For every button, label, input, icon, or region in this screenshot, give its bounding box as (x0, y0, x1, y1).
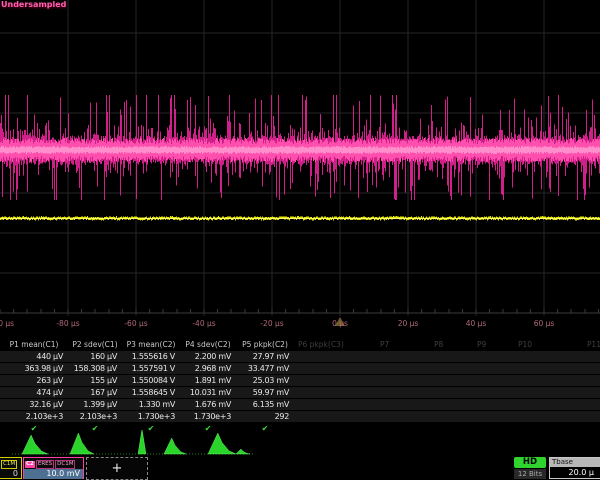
timebase-label: Tbase (550, 458, 600, 467)
inactive-param-label[interactable]: P11 (587, 339, 600, 350)
axis-tick-label: 20 µs (398, 319, 419, 328)
waveform-traces (0, 0, 600, 316)
add-trace-button[interactable]: + (86, 457, 148, 480)
table-value-cell: 167 µV (68, 387, 122, 398)
c2-vertical-scale: 10.0 mV (24, 469, 83, 479)
table-value-cell: 6.135 mV (236, 399, 294, 410)
bottom-bar: C1M 0 mV C2 ERES DC1M 10.0 mV + HD 12 Bi… (0, 457, 600, 480)
table-value-cell: 1.557591 V (122, 363, 180, 374)
c2-eres-badge: ERES (36, 460, 54, 469)
undersampled-warning-label: Undersampled (1, 0, 66, 9)
axis-tick-label: 0 µs (332, 319, 348, 328)
table-row: 363.98 µV158.308 µV1.557591 V2.968 mV33.… (0, 363, 600, 374)
table-value-cell: 158.308 µV (68, 363, 122, 374)
table-value-cell: 440 µV (0, 351, 68, 362)
table-value-cell: 10.031 mV (180, 387, 236, 398)
inactive-param-label[interactable]: P6 pkpk(C3) (298, 339, 344, 350)
oscilloscope-screen: Undersampled -100 µs -80 µs -60 µs -40 µs -2… (0, 0, 600, 480)
axis-tick-label: -80 µs (56, 319, 79, 328)
hd-mode-badge[interactable]: HD (514, 457, 546, 468)
table-value-cell: 1.891 mV (180, 375, 236, 386)
histicon-icon[interactable] (164, 438, 186, 454)
table-value-cell: 263 µV (0, 375, 68, 386)
graticule[interactable]: Undersampled (0, 0, 600, 316)
histicon-icon[interactable] (208, 433, 236, 454)
histicon-strip (0, 430, 600, 458)
table-value-cell: 160 µV (68, 351, 122, 362)
measurement-table: P1 mean(C1)P2 sdev(C1)P3 mean(C2)P4 sdev… (0, 339, 600, 435)
table-value-cell: 1.730e+3 (180, 411, 236, 422)
table-value-cell: 155 µV (68, 375, 122, 386)
table-row: 2.103e+32.103e+31.730e+31.730e+3292 (0, 411, 600, 422)
table-value-cell: 2.968 mV (180, 363, 236, 374)
table-row: 474 µV167 µV1.558645 V10.031 mV59.97 mV (0, 387, 600, 398)
table-value-cell: 2.103e+3 (0, 411, 68, 422)
histicon-icon[interactable] (138, 430, 146, 454)
table-row: 263 µV155 µV1.550084 V1.891 mV25.03 mV (0, 375, 600, 386)
table-value-cell: 363.98 µV (0, 363, 68, 374)
param-header-1[interactable]: P1 mean(C1) (0, 339, 68, 350)
table-value-cell: 1.555616 V (122, 351, 180, 362)
table-value-cell: 2.200 mV (180, 351, 236, 362)
c1-coupling-badge: C1M (1, 460, 17, 469)
table-value-cell: 27.97 mV (236, 351, 294, 362)
inactive-param-label[interactable]: P8 (434, 339, 443, 350)
axis-tick-label: -100 µs (0, 319, 14, 328)
timebase-value: 20.0 µ (550, 467, 600, 478)
axis-tick-label: 60 µs (534, 319, 555, 328)
histicon-icon[interactable] (70, 433, 94, 454)
c1-vertical-scale: 0 mV (0, 469, 21, 479)
table-value-cell: 1.330 mV (122, 399, 180, 410)
table-header-row: P1 mean(C1)P2 sdev(C1)P3 mean(C2)P4 sdev… (0, 339, 600, 350)
inactive-param-label[interactable]: P10 (518, 339, 532, 350)
table-value-cell: 1.558645 V (122, 387, 180, 398)
c2-channel-badge: C2 (25, 461, 35, 468)
timebase-descriptor[interactable]: Tbase 20.0 µ (549, 457, 600, 479)
histicon-icon[interactable] (22, 435, 48, 454)
table-value-cell: 1.550084 V (122, 375, 180, 386)
table-value-cell: 25.03 mV (236, 375, 294, 386)
hd-bits-label: 12 Bits (514, 469, 546, 479)
table-row: 440 µV160 µV1.555616 V2.200 mV27.97 mV (0, 351, 600, 362)
axis-tick-label: -20 µs (260, 319, 283, 328)
channel-c1-descriptor[interactable]: C1M 0 mV (0, 457, 22, 479)
histicon-icon[interactable] (236, 449, 250, 454)
param-header-4[interactable]: P4 sdev(C2) (180, 339, 236, 350)
c2-coupling-badge: DC1M (55, 460, 75, 469)
inactive-param-label[interactable]: P9 (477, 339, 486, 350)
table-value-cell: 1.399 µV (68, 399, 122, 410)
param-header-5[interactable]: P5 pkpk(C2) (236, 339, 294, 350)
channel-c2-descriptor[interactable]: C2 ERES DC1M 10.0 mV (23, 457, 84, 479)
table-row: 32.16 µV1.399 µV1.330 mV1.676 mV6.135 mV (0, 399, 600, 410)
axis-tick-label: -40 µs (192, 319, 215, 328)
table-value-cell: 1.730e+3 (122, 411, 180, 422)
table-value-cell: 2.103e+3 (68, 411, 122, 422)
table-value-cell: 32.16 µV (0, 399, 68, 410)
inactive-param-label[interactable]: P7 (380, 339, 389, 350)
param-header-2[interactable]: P2 sdev(C1) (68, 339, 122, 350)
table-value-cell: 33.477 mV (236, 363, 294, 374)
time-axis: -100 µs -80 µs -60 µs -40 µs -20 µs 0 µs 20 µs… (0, 316, 600, 336)
axis-tick-label: -60 µs (124, 319, 147, 328)
table-value-cell: 474 µV (0, 387, 68, 398)
table-value-cell: 292 (236, 411, 294, 422)
axis-tick-label: 40 µs (466, 319, 487, 328)
param-header-3[interactable]: P3 mean(C2) (122, 339, 180, 350)
table-value-cell: 59.97 mV (236, 387, 294, 398)
table-value-cell: 1.676 mV (180, 399, 236, 410)
